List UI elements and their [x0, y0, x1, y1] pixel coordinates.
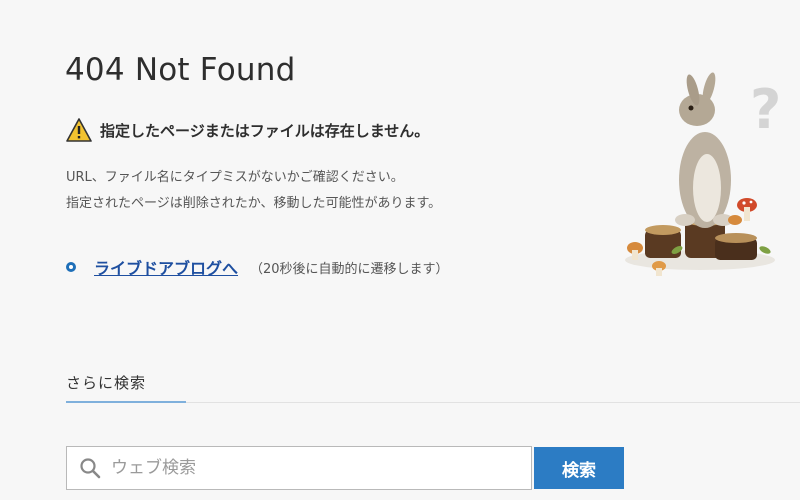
svg-text:?: ?	[750, 78, 781, 141]
search-button[interactable]: 検索	[534, 447, 624, 489]
search-section-heading: さらに検索	[66, 374, 147, 392]
livedoor-blog-link[interactable]: ライブドアブログへ	[94, 255, 238, 279]
warning-icon	[66, 118, 92, 142]
rabbit-illustration: ?	[625, 72, 781, 276]
description-line: URL、ファイル名にタイプミスがないかご確認ください。	[66, 170, 404, 185]
warning-message: 指定したページまたはファイルは存在しません。	[66, 118, 429, 142]
bullet-icon	[66, 262, 76, 272]
search-box[interactable]	[66, 446, 532, 490]
section-divider-accent	[66, 401, 186, 403]
description-line: 指定されたページは削除されたか、移動した可能性があります。	[66, 196, 442, 211]
web-search-input[interactable]	[109, 457, 531, 479]
blog-link-row: ライブドアブログへ （20秒後に自動的に遷移します）	[66, 255, 449, 279]
redirect-note: （20秒後に自動的に遷移します）	[250, 261, 449, 277]
search-icon	[80, 458, 101, 479]
page-title: 404 Not Found	[65, 52, 296, 88]
warning-text: 指定したページまたはファイルは存在しません。	[100, 121, 430, 140]
error-description: URL、ファイル名にタイプミスがないかご確認ください。 指定されたページは削除さ…	[66, 165, 441, 217]
